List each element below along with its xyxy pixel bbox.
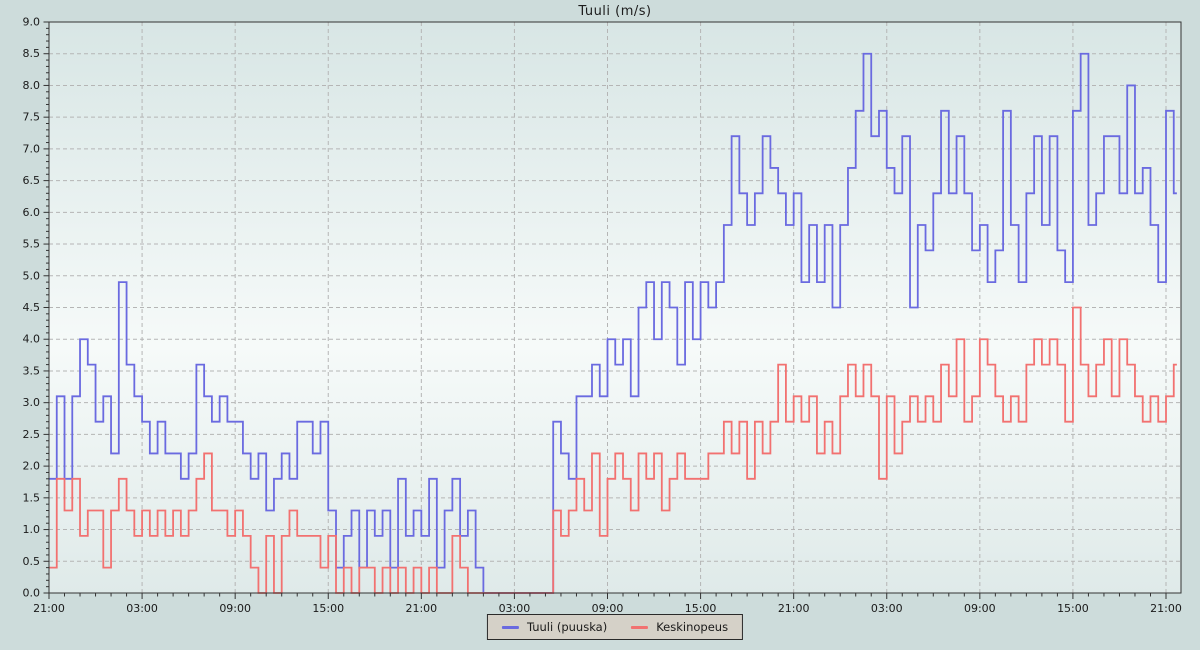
y-tick-label: 3.0 <box>23 396 41 409</box>
y-tick-label: 4.5 <box>23 301 41 314</box>
x-tick-label: 15:00 <box>312 602 344 615</box>
y-tick-label: 3.5 <box>23 364 41 377</box>
y-tick-label: 7.5 <box>23 111 41 124</box>
x-tick-label: 09:00 <box>219 602 251 615</box>
chart-canvas: 0.0 0.5 1.0 1.5 2.0 2.5 3.0 3.5 4.0 4.5 5.0 5.5 6.0 6… <box>0 0 1200 650</box>
x-tick-label: 03:00 <box>126 602 158 615</box>
y-tick-label: 8.5 <box>23 47 41 60</box>
y-tick-label: 7.0 <box>23 142 41 155</box>
y-tick-label: 8.0 <box>23 79 41 92</box>
average-line-swatch <box>631 626 648 629</box>
x-tick-label: 03:00 <box>871 602 903 615</box>
legend-item-average: Keskinopeus <box>631 620 728 634</box>
y-tick-label: 6.5 <box>23 174 41 187</box>
legend-item-gust: Tuuli (puuska) <box>502 620 607 634</box>
wind-chart-page: { "chart_data": { "type": "line", "step"… <box>0 0 1200 650</box>
y-tick-label: 9.0 <box>23 16 41 29</box>
x-tick-label: 21:00 <box>33 602 65 615</box>
legend-label-average: Keskinopeus <box>656 620 728 634</box>
y-tick-label: 1.5 <box>23 491 41 504</box>
y-tick-label: 5.5 <box>23 238 41 251</box>
y-tick-label: 0.5 <box>23 555 41 568</box>
y-tick-label: 5.0 <box>23 269 41 282</box>
x-tick-label: 21:00 <box>1150 602 1182 615</box>
legend-label-gust: Tuuli (puuska) <box>527 620 607 634</box>
y-tick-label: 1.0 <box>23 523 41 536</box>
x-tick-label: 15:00 <box>1057 602 1089 615</box>
y-tick-label: 2.5 <box>23 428 41 441</box>
y-tick-label: 2.0 <box>23 460 41 473</box>
y-tick-label: 0.0 <box>23 587 41 600</box>
gust-line-swatch <box>502 626 519 629</box>
y-tick-label: 4.0 <box>23 333 41 346</box>
x-tick-label: 09:00 <box>964 602 996 615</box>
x-tick-label: 21:00 <box>405 602 437 615</box>
x-tick-label: 21:00 <box>778 602 810 615</box>
chart-legend: Tuuli (puuska) Keskinopeus <box>487 614 743 640</box>
y-tick-label: 6.0 <box>23 206 41 219</box>
